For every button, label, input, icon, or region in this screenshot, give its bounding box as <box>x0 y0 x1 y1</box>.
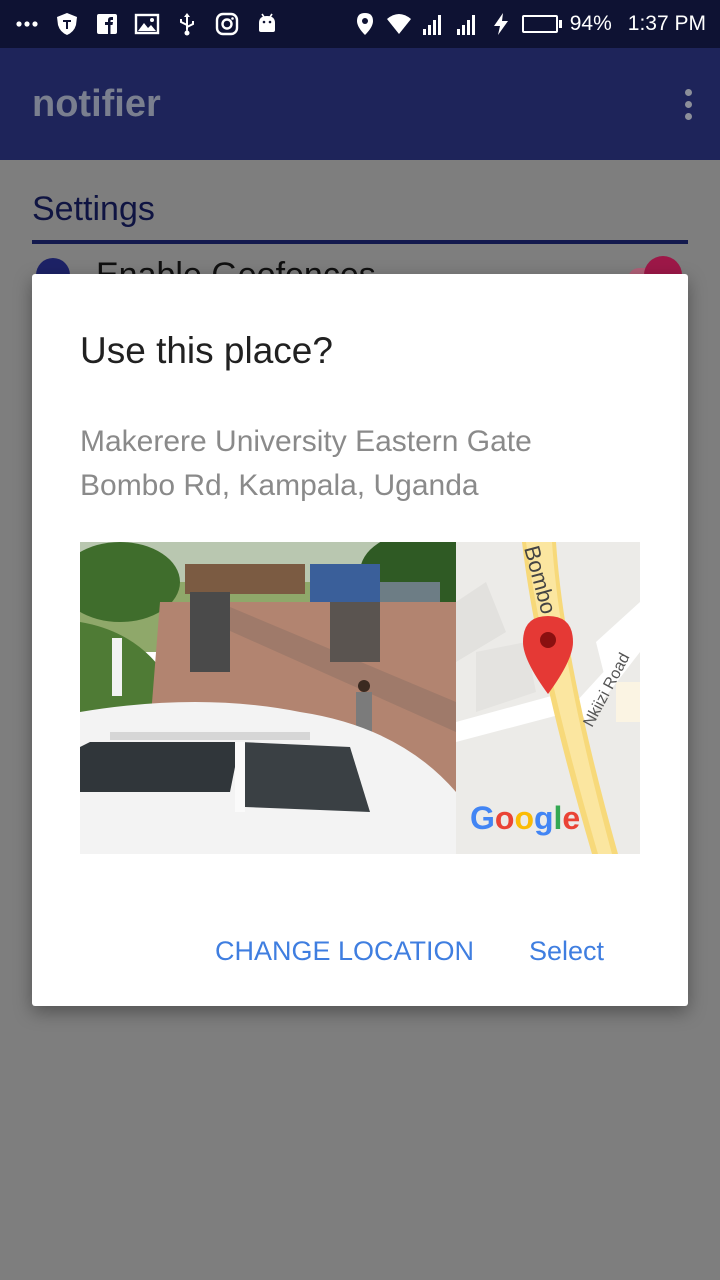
section-divider <box>32 240 688 244</box>
instagram-icon <box>214 11 240 37</box>
battery-icon <box>521 15 562 33</box>
usb-icon <box>174 11 200 37</box>
location-icon <box>352 11 378 37</box>
image-icon <box>134 11 160 37</box>
wifi-icon <box>386 11 412 37</box>
app-title: notifier <box>32 82 161 125</box>
android-icon <box>254 11 280 37</box>
place-dialog: Use this place? Makerere University East… <box>32 274 688 1006</box>
clock: 1:37 PM <box>627 12 706 35</box>
more-icon <box>14 11 40 37</box>
google-logo: Google <box>470 800 580 836</box>
select-button[interactable]: Select <box>529 936 604 967</box>
dialog-actions: CHANGE LOCATION Select <box>32 936 688 976</box>
dialog-title: Use this place? <box>80 330 333 371</box>
section-title: Settings <box>32 190 155 228</box>
street-view-image <box>80 542 456 854</box>
shield-icon <box>54 11 80 37</box>
signal-icon <box>420 11 446 37</box>
map-preview: Bombo Nkiizi Road Google <box>456 542 640 854</box>
place-preview: Bombo Nkiizi Road Google <box>80 542 640 854</box>
signal-icon <box>454 11 480 37</box>
change-location-button[interactable]: CHANGE LOCATION <box>215 936 474 967</box>
facebook-icon <box>94 11 120 37</box>
status-bar: 94% 1:37 PM <box>0 0 720 48</box>
place-address: Makerere University Eastern Gate Bombo R… <box>80 420 532 508</box>
charging-icon <box>488 11 514 37</box>
app-bar: notifier <box>0 48 720 160</box>
address-line-2: Bombo Rd, Kampala, Uganda <box>80 469 479 502</box>
overflow-menu-icon[interactable] <box>676 84 700 124</box>
battery-percent: 94% <box>569 12 612 35</box>
address-line-1: Makerere University Eastern Gate <box>80 425 532 458</box>
